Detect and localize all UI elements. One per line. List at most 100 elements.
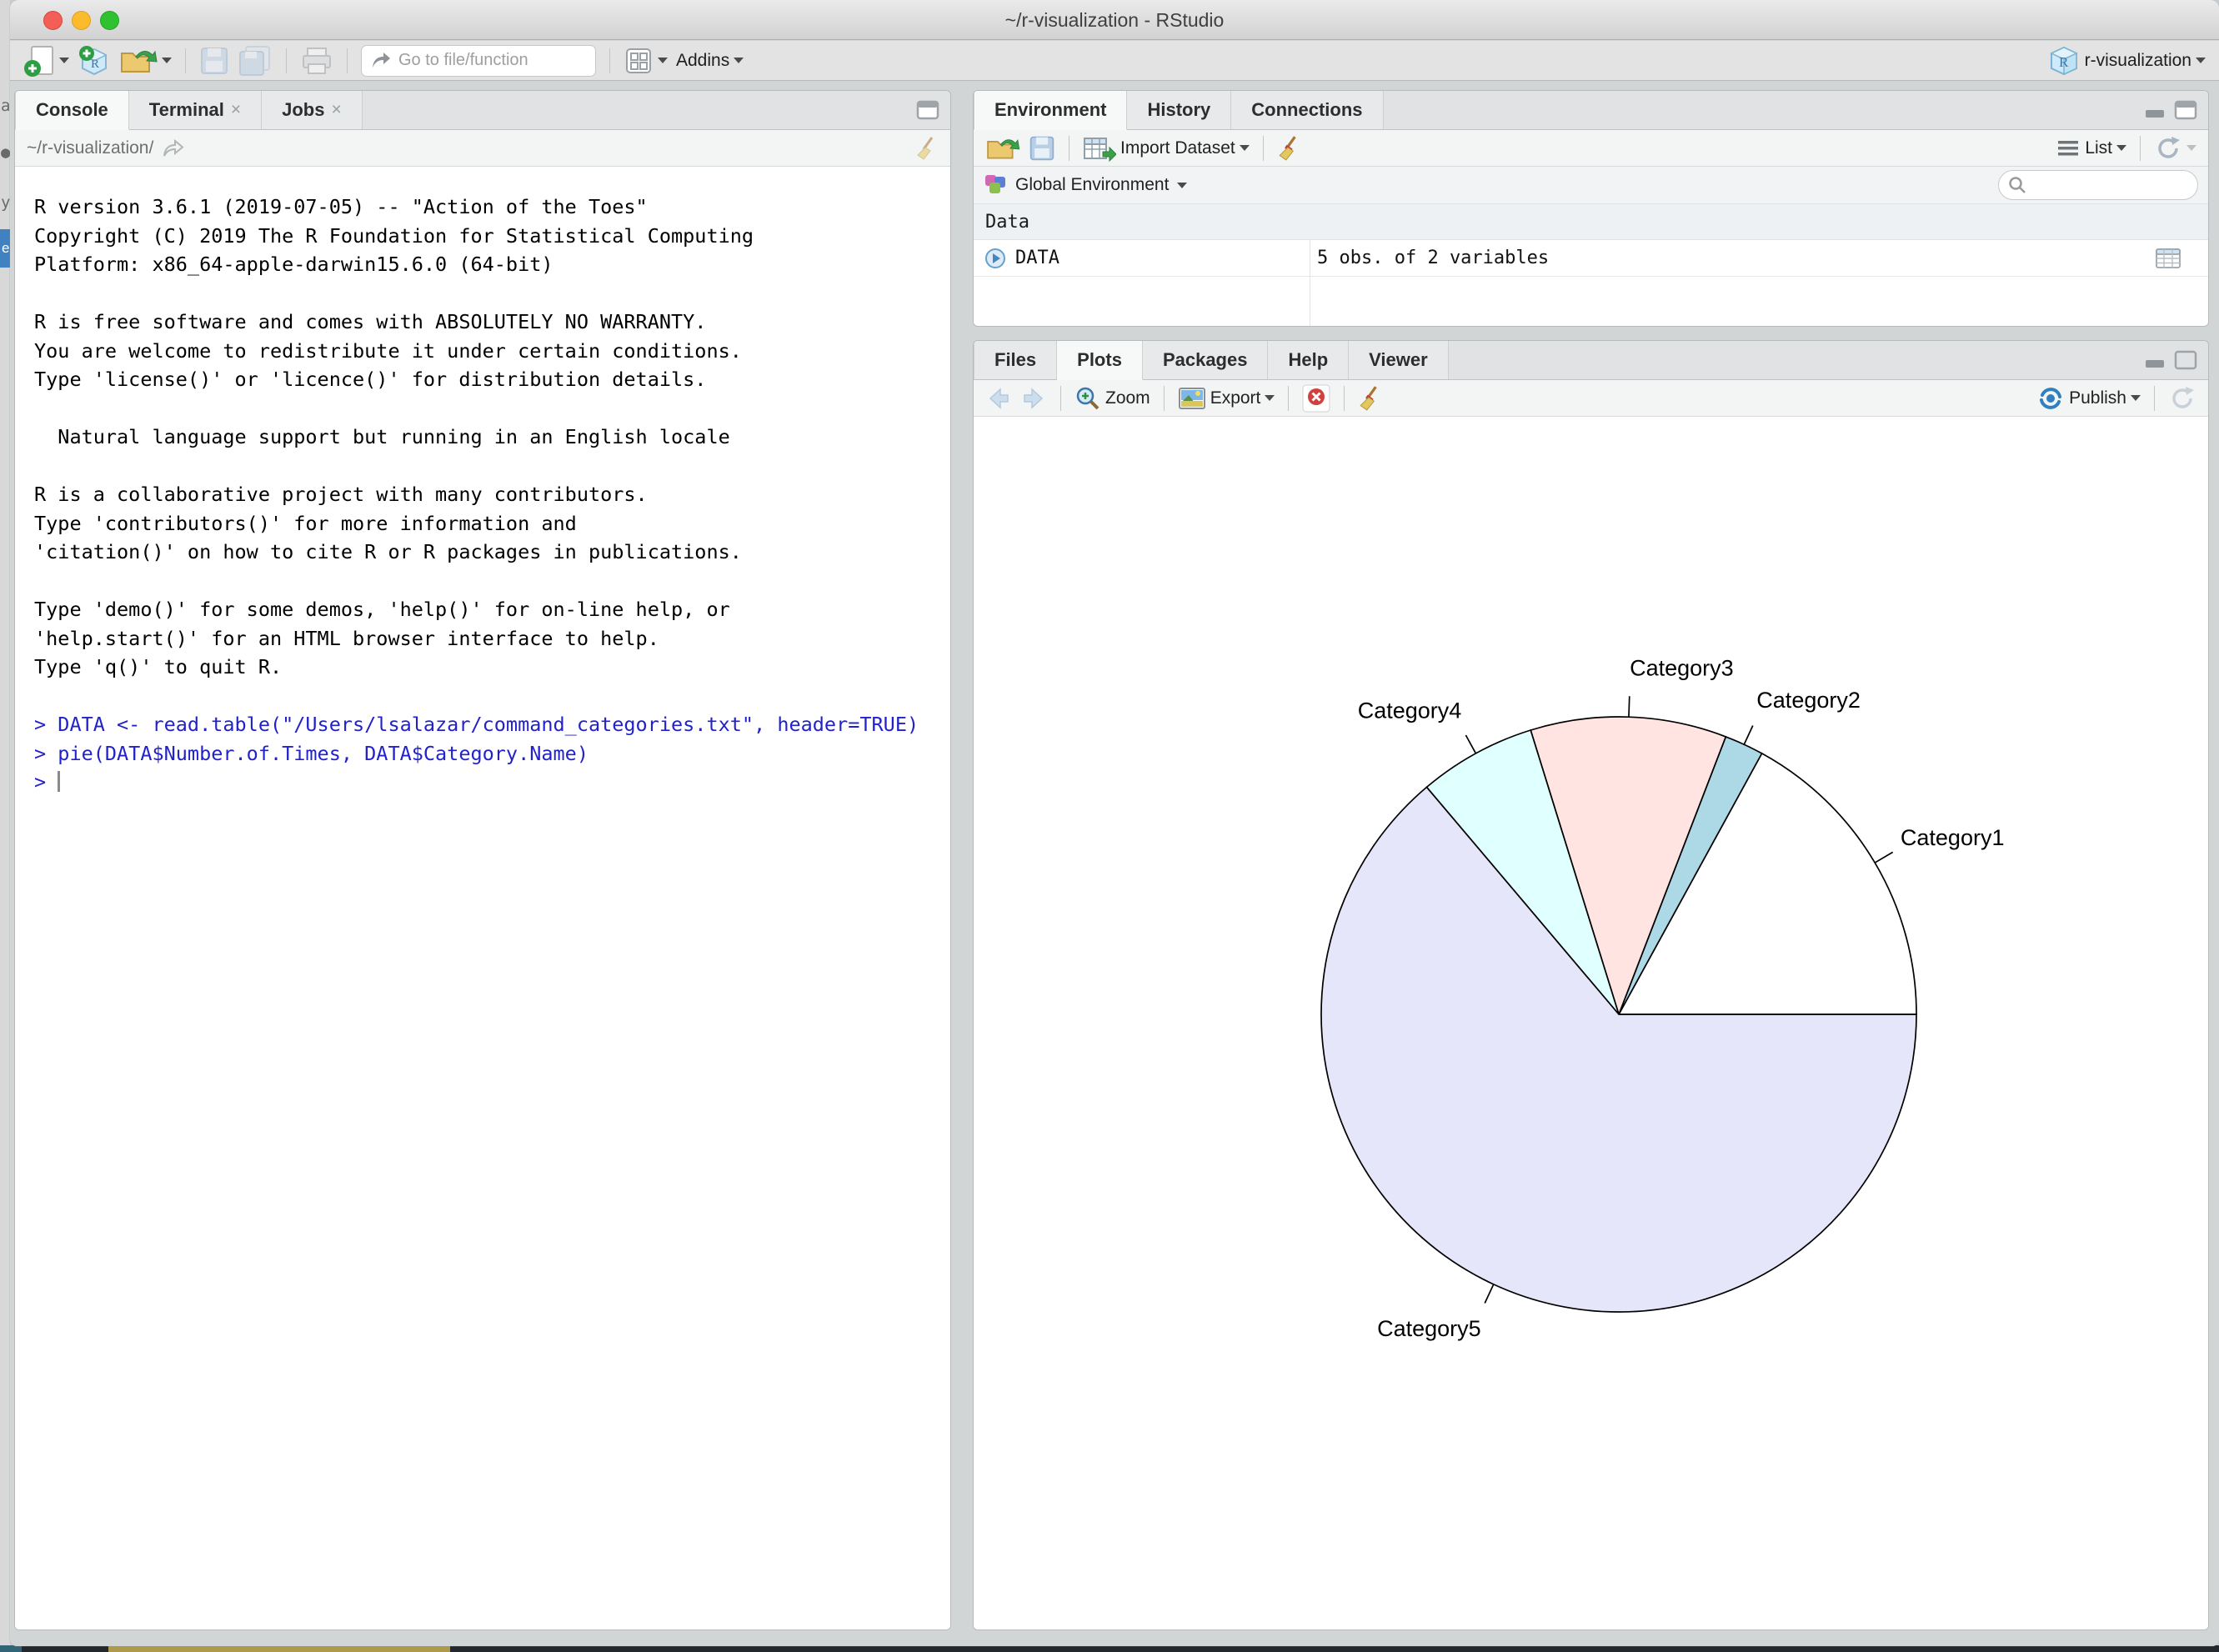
close-terminal-tab-icon[interactable]: × xyxy=(231,100,241,120)
minimize-plots-pane-icon[interactable] xyxy=(2143,350,2166,370)
environment-pane: Environment History Connections Import D… xyxy=(973,90,2209,327)
panes-caret[interactable] xyxy=(658,58,668,63)
print-button[interactable] xyxy=(300,46,333,76)
environment-search-input[interactable] xyxy=(2032,176,2182,194)
project-menu-button[interactable]: R r-visualization xyxy=(2047,44,2206,78)
titlebar: ~/r-visualization - RStudio xyxy=(10,0,2219,40)
refresh-environment-button[interactable] xyxy=(2154,135,2196,162)
environment-view-mode-button[interactable]: List xyxy=(2056,138,2126,158)
new-project-button[interactable]: R xyxy=(78,44,111,78)
background-window-bottom-sliver xyxy=(0,1645,2219,1652)
refresh-icon xyxy=(2154,135,2182,162)
export-label: Export xyxy=(1210,388,1261,408)
environment-toolbar: Import Dataset List xyxy=(974,130,2208,167)
go-to-directory-icon[interactable] xyxy=(162,138,185,158)
tab-console[interactable]: Console xyxy=(15,91,129,130)
tab-plots[interactable]: Plots xyxy=(1057,341,1143,380)
screenshot-root: a ● y e ~/r-visualization - RStudio R xyxy=(0,0,2219,1652)
print-icon xyxy=(300,46,333,76)
minimize-environment-pane-icon[interactable] xyxy=(2143,100,2166,120)
publish-caret xyxy=(2131,395,2141,401)
addins-caret xyxy=(734,58,744,63)
save-all-button[interactable] xyxy=(238,45,273,77)
view-data-table-icon[interactable] xyxy=(2155,247,2181,270)
new-document-icon xyxy=(23,44,55,78)
pie-label-tick xyxy=(1744,726,1753,745)
close-window-button[interactable] xyxy=(43,11,63,30)
publish-plot-button[interactable]: Publish xyxy=(2036,385,2141,412)
workspace-panes-button[interactable] xyxy=(624,46,668,76)
minimize-window-button[interactable] xyxy=(72,11,91,30)
load-workspace-icon[interactable] xyxy=(985,134,1020,163)
tab-history[interactable]: History xyxy=(1127,91,1231,129)
maximize-console-pane-icon[interactable] xyxy=(915,99,940,121)
zoom-window-button[interactable] xyxy=(100,11,119,30)
export-image-icon xyxy=(1178,386,1206,411)
panes-grid-icon xyxy=(624,46,654,76)
import-dataset-caret xyxy=(1240,145,1250,151)
pie-label-category5: Category5 xyxy=(1377,1316,1481,1341)
tab-environment[interactable]: Environment xyxy=(974,91,1127,130)
new-file-caret[interactable] xyxy=(59,58,69,63)
remove-plot-icon[interactable] xyxy=(1302,384,1330,413)
environment-tabbar: Environment History Connections xyxy=(974,91,2208,130)
import-dataset-button[interactable]: Import Dataset xyxy=(1083,135,1250,162)
object-row-DATA[interactable]: DATA 5 obs. of 2 variables xyxy=(974,240,2208,277)
export-plot-button[interactable]: Export xyxy=(1178,386,1275,411)
console-tabbar: Console Terminal× Jobs× xyxy=(15,91,950,130)
environment-scope-label: Global Environment xyxy=(1015,175,1169,195)
clear-console-broom-icon[interactable] xyxy=(915,136,939,161)
tab-terminal[interactable]: Terminal× xyxy=(129,91,262,129)
console-output[interactable]: R version 3.6.1 (2019-07-05) -- "Action … xyxy=(15,168,950,1629)
environment-scope-caret[interactable] xyxy=(1177,183,1187,188)
tab-files[interactable]: Files xyxy=(974,341,1057,379)
tab-jobs[interactable]: Jobs× xyxy=(262,91,363,129)
pie-label-category3: Category3 xyxy=(1630,656,1734,681)
save-workspace-icon[interactable] xyxy=(1029,135,1055,162)
view-mode-caret xyxy=(2116,145,2126,151)
search-icon xyxy=(2007,175,2027,195)
open-folder-icon xyxy=(119,45,158,77)
maximize-plots-pane-icon[interactable] xyxy=(2173,349,2198,371)
pie-label-category2: Category2 xyxy=(1756,688,1861,713)
pie-label-tick xyxy=(1629,696,1630,717)
pie-label-category4: Category4 xyxy=(1358,698,1462,723)
tab-help[interactable]: Help xyxy=(1268,341,1349,379)
global-environment-icon xyxy=(984,173,1007,197)
previous-plot-icon[interactable] xyxy=(985,386,1012,411)
expand-object-icon[interactable] xyxy=(984,247,1007,270)
main-toolbar: R xyxy=(10,41,2219,81)
data-section-header: Data xyxy=(974,204,2208,240)
tab-connections[interactable]: Connections xyxy=(1231,91,1383,129)
list-icon xyxy=(2056,138,2081,158)
new-file-button[interactable] xyxy=(23,44,69,78)
import-dataset-icon xyxy=(1083,135,1116,162)
save-button[interactable] xyxy=(199,46,229,76)
console-pane: Console Terminal× Jobs× ~/r-visualizatio… xyxy=(14,90,951,1630)
tab-packages[interactable]: Packages xyxy=(1143,341,1269,379)
refresh-plot-icon[interactable] xyxy=(2168,385,2196,412)
maximize-environment-pane-icon[interactable] xyxy=(2173,99,2198,121)
addins-button[interactable]: Addins xyxy=(676,51,744,71)
goto-file-input[interactable] xyxy=(398,51,582,70)
zoom-plot-button[interactable]: Zoom xyxy=(1074,385,1150,412)
plots-pane: Files Plots Packages Help Viewer Zoom xyxy=(973,340,2209,1630)
plots-tabbar: Files Plots Packages Help Viewer xyxy=(974,341,2208,380)
tab-viewer[interactable]: Viewer xyxy=(1349,341,1449,379)
new-project-icon: R xyxy=(78,44,111,78)
open-file-button[interactable] xyxy=(119,45,172,77)
goto-file-search[interactable] xyxy=(361,45,596,77)
environment-search[interactable] xyxy=(1998,170,2198,200)
pie-chart: Category1Category2Category3Category4Cate… xyxy=(974,418,2209,1630)
close-jobs-tab-icon[interactable]: × xyxy=(331,100,341,120)
project-caret xyxy=(2196,58,2206,63)
open-recent-caret[interactable] xyxy=(162,58,172,63)
clear-environment-broom-icon[interactable] xyxy=(1277,135,1302,162)
svg-text:R: R xyxy=(91,58,99,71)
next-plot-icon[interactable] xyxy=(1020,386,1047,411)
import-dataset-label: Import Dataset xyxy=(1120,138,1235,158)
r-project-cube-icon: R xyxy=(2047,44,2081,78)
clear-all-plots-broom-icon[interactable] xyxy=(1358,385,1383,412)
object-name: DATA xyxy=(1015,248,1059,268)
save-all-icon xyxy=(238,45,273,77)
